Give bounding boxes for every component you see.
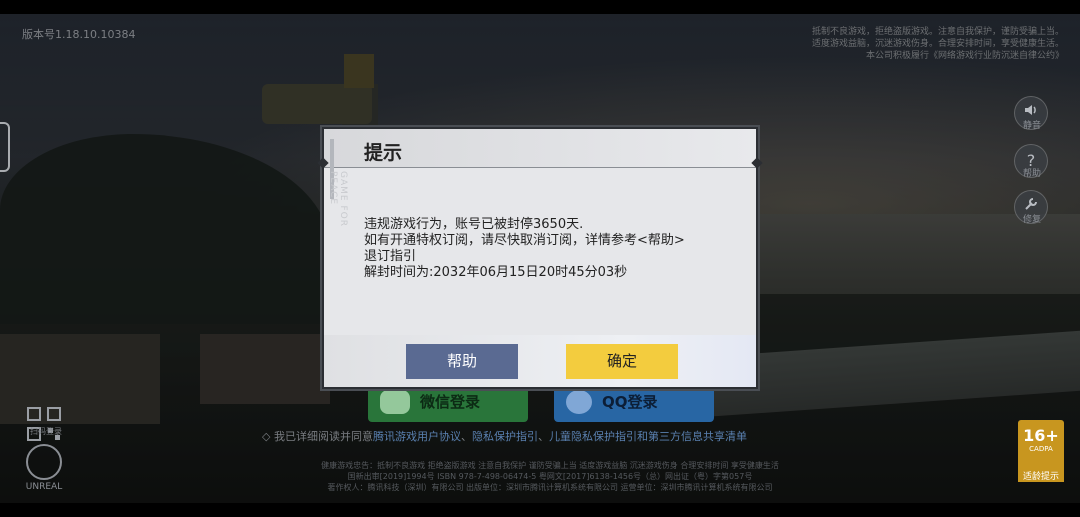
help-button[interactable]: 帮助: [406, 344, 518, 379]
age-rating-badge[interactable]: 16+ CADPA: [1018, 420, 1064, 476]
wechat-login-label: 微信登录: [420, 393, 481, 411]
message-line: 如有开通特权订阅，请尽快取消订阅，详情参考<帮助>: [364, 233, 685, 248]
repair-label: 修复: [1022, 215, 1041, 225]
qr-login-label: 扫码登录: [30, 427, 62, 436]
unreal-engine-logo: UNREAL: [22, 444, 66, 492]
privacy-link[interactable]: 隐私保护指引: [472, 430, 538, 443]
agreement-line: ◇ 我已详细阅读并同意腾讯游戏用户协议、隐私保护指引、儿童隐私保护指引和第三方信…: [262, 428, 842, 444]
wechat-icon: [380, 390, 410, 414]
message-line: 解封时间为:2032年06月15日20时45分03秒: [364, 265, 628, 280]
sound-label: 静音: [1022, 121, 1041, 131]
age-rating-label: 适龄提示: [1018, 469, 1064, 482]
help-label: 帮助: [1022, 169, 1041, 179]
message-line: 违规游戏行为，账号已被封停3650天.: [364, 217, 584, 232]
agreement-separator: 、: [537, 430, 549, 443]
unreal-logo-icon: [26, 444, 62, 480]
version-label: 版本号1.18.10.10384: [22, 28, 136, 41]
dialog-title-bar: 提示: [324, 129, 756, 168]
qq-login-label: QQ登录: [602, 393, 658, 411]
left-panel-handle[interactable]: [0, 122, 10, 172]
footer-line: 健康游戏忠告：抵制不良游戏 拒绝盗版游戏 注意自我保护 谨防受骗上当 适度游戏益…: [321, 461, 779, 470]
user-agreement-link[interactable]: 腾讯游戏用户协议: [373, 430, 461, 443]
agreement-prefix: 我已详细阅读并同意: [273, 430, 373, 443]
ban-notice-dialog: 提示 GAME FOR PEACE 违规游戏行为，账号已被封停3650天. 如有…: [317, 127, 763, 389]
agreement-checkbox[interactable]: ◇: [262, 430, 274, 443]
footer-line: 国新出审[2019]1994号 ISBN 978-7-498-06474-5 粤…: [347, 472, 753, 481]
health-notice: 抵制不良游戏，拒绝盗版游戏。注意自我保护，谨防受骗上当。适度游戏益脑，沉迷游戏伤…: [811, 27, 1064, 61]
footer-credits: 健康游戏忠告：抵制不良游戏 拒绝盗版游戏 注意自我保护 谨防受骗上当 适度游戏益…: [270, 460, 830, 493]
dialog-title: 提示: [364, 142, 403, 164]
qq-icon: [566, 390, 592, 414]
message-line: 退订指引: [364, 249, 417, 264]
dialog-message: 违规游戏行为，账号已被封停3650天. 如有开通特权订阅，请尽快取消订阅，详情参…: [364, 217, 744, 281]
dialog-footer: [324, 335, 756, 387]
dialog-watermark: GAME FOR PEACE: [328, 171, 348, 227]
engine-label: UNREAL: [25, 482, 63, 492]
confirm-button[interactable]: 确定: [566, 344, 678, 379]
footer-line: 著作权人：腾讯科技（深圳）有限公司 出版单位：深圳市腾讯计算机系统有限公司 运营…: [327, 483, 773, 492]
child-privacy-link[interactable]: 儿童隐私保护指引和第三方信息共享清单: [549, 430, 747, 443]
age-rating-number: 16+: [1023, 426, 1059, 445]
agreement-separator: 、: [460, 430, 472, 443]
age-rating-org: CADPA: [1029, 445, 1053, 453]
